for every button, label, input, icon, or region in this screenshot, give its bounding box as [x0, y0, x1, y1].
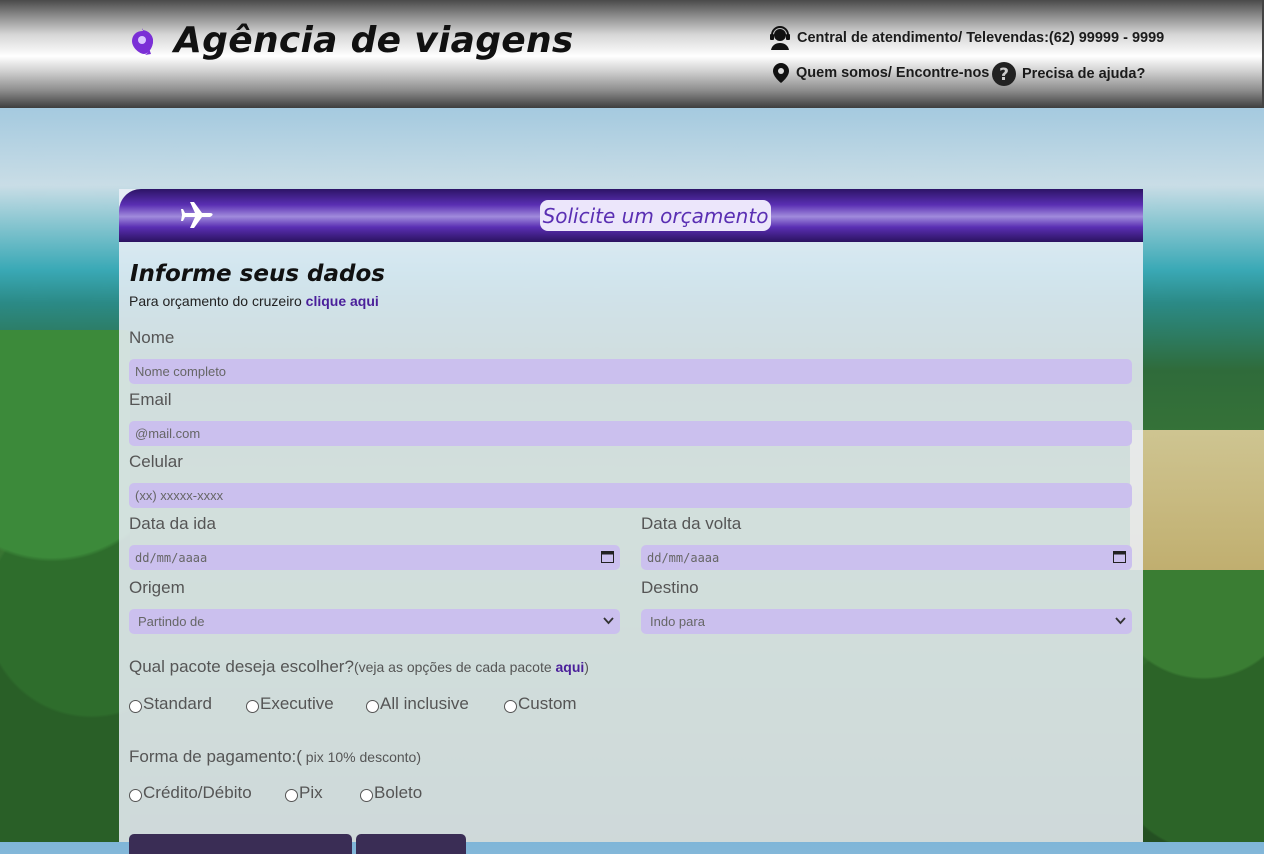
destino-value: Indo para — [650, 614, 705, 629]
radio-pix-label: Pix — [299, 783, 323, 802]
radio-credito-label: Crédito/Débito — [143, 783, 252, 802]
brand-title: Agência de viagens — [174, 20, 574, 61]
background-palms-left — [0, 330, 130, 842]
nome-placeholder: Nome completo — [135, 364, 227, 379]
radio-standard-label: Standard — [143, 694, 212, 713]
email-input[interactable]: @mail.com — [129, 421, 1132, 446]
radio-credito-debito[interactable]: Crédito/Débito — [129, 783, 252, 803]
data-ida-input[interactable]: dd/mm/aaaa — [129, 545, 620, 570]
radio-circle[interactable] — [129, 788, 142, 802]
headset-icon — [770, 26, 790, 50]
email-placeholder: @mail.com — [135, 426, 201, 441]
origem-select[interactable]: Partindo de — [129, 609, 620, 634]
pagamento-note: pix 10% desconto) — [301, 749, 421, 765]
destino-label: Destino — [641, 578, 699, 597]
data-ida-value: dd/mm/aaaa — [135, 550, 208, 565]
radio-custom[interactable]: Custom — [504, 694, 577, 714]
origem-value: Partindo de — [138, 614, 205, 629]
site-header: Agência de viagens Central de atendiment… — [0, 0, 1264, 108]
celular-label: Celular — [129, 452, 183, 471]
pagamento-question: Forma de pagamento:( pix 10% desconto) — [129, 747, 421, 767]
data-ida-label: Data da ida — [129, 514, 216, 533]
svg-text:?: ? — [999, 65, 1009, 85]
airplane-icon — [181, 202, 213, 228]
email-label: Email — [129, 390, 172, 409]
nome-label: Nome — [129, 328, 175, 347]
calendar-icon[interactable] — [601, 550, 614, 563]
pacote-note-end: ) — [584, 659, 589, 675]
data-volta-value: dd/mm/aaaa — [647, 550, 720, 565]
quem-somos-text: Quem somos/ Encontre-nos — [796, 65, 990, 81]
radio-custom-label: Custom — [518, 694, 577, 713]
form-subtitle: Para orçamento do cruzeiro clique aqui — [129, 293, 379, 309]
radio-circle[interactable] — [285, 788, 298, 802]
radio-circle[interactable] — [360, 788, 373, 802]
help-icon: ? — [992, 62, 1016, 86]
celular-input[interactable]: (xx) xxxxx-xxxx — [129, 483, 1132, 508]
cruzeiro-link[interactable]: clique aqui — [306, 293, 379, 309]
radio-executive-label: Executive — [260, 694, 334, 713]
location-icon — [773, 63, 789, 83]
pagamento-question-text: Forma de pagamento:( — [129, 747, 302, 766]
form-title: Informe seus dados — [130, 261, 385, 287]
radio-standard[interactable]: Standard — [129, 694, 212, 714]
celular-placeholder: (xx) xxxxx-xxxx — [135, 488, 224, 503]
subtitle-text: Para orçamento do cruzeiro — [129, 293, 302, 309]
nome-input[interactable]: Nome completo — [129, 359, 1132, 384]
radio-circle[interactable] — [366, 699, 379, 713]
radio-executive[interactable]: Executive — [246, 694, 334, 714]
radio-circle[interactable] — [246, 699, 259, 713]
radio-all-inclusive[interactable]: All inclusive — [366, 694, 469, 714]
radio-circle[interactable] — [504, 699, 517, 713]
map-pin-icon — [132, 28, 154, 55]
central-atendimento-link[interactable]: Central de atendimento/ Televendas:(62) … — [769, 26, 1164, 50]
calendar-icon[interactable] — [1113, 550, 1126, 563]
background-beach — [1130, 430, 1264, 570]
quem-somos-link[interactable]: Quem somos/ Encontre-nos — [772, 62, 989, 84]
form-header-bar: Solicite um orçamento — [119, 189, 1143, 242]
chevron-down-icon — [1115, 617, 1126, 625]
destino-select[interactable]: Indo para — [641, 609, 1132, 634]
radio-circle[interactable] — [129, 699, 142, 713]
ajuda-text: Precisa de ajuda? — [1022, 66, 1146, 82]
data-volta-label: Data da volta — [641, 514, 742, 533]
pacote-question-text: Qual pacote deseja escolher? — [129, 657, 354, 676]
radio-all-inclusive-label: All inclusive — [380, 694, 469, 713]
pacote-note: (veja as opções de cada pacote — [353, 659, 556, 675]
pacote-info-link[interactable]: aqui — [556, 659, 585, 675]
central-atendimento-text: Central de atendimento/ Televendas:(62) … — [797, 30, 1165, 46]
reset-button[interactable] — [356, 834, 466, 854]
ajuda-link[interactable]: ? Precisa de ajuda? — [992, 62, 1145, 86]
chevron-down-icon — [603, 617, 614, 625]
pacote-question: Qual pacote deseja escolher?(veja as opç… — [129, 657, 589, 677]
form-bar-title: Solicite um orçamento — [540, 200, 771, 231]
radio-boleto-label: Boleto — [374, 783, 423, 802]
origem-label: Origem — [129, 578, 185, 597]
radio-boleto[interactable]: Boleto — [360, 783, 422, 803]
submit-button[interactable] — [129, 834, 352, 854]
quote-form-panel: Solicite um orçamento Informe seus dados… — [119, 189, 1143, 854]
data-volta-input[interactable]: dd/mm/aaaa — [641, 545, 1132, 570]
radio-pix[interactable]: Pix — [285, 783, 323, 803]
